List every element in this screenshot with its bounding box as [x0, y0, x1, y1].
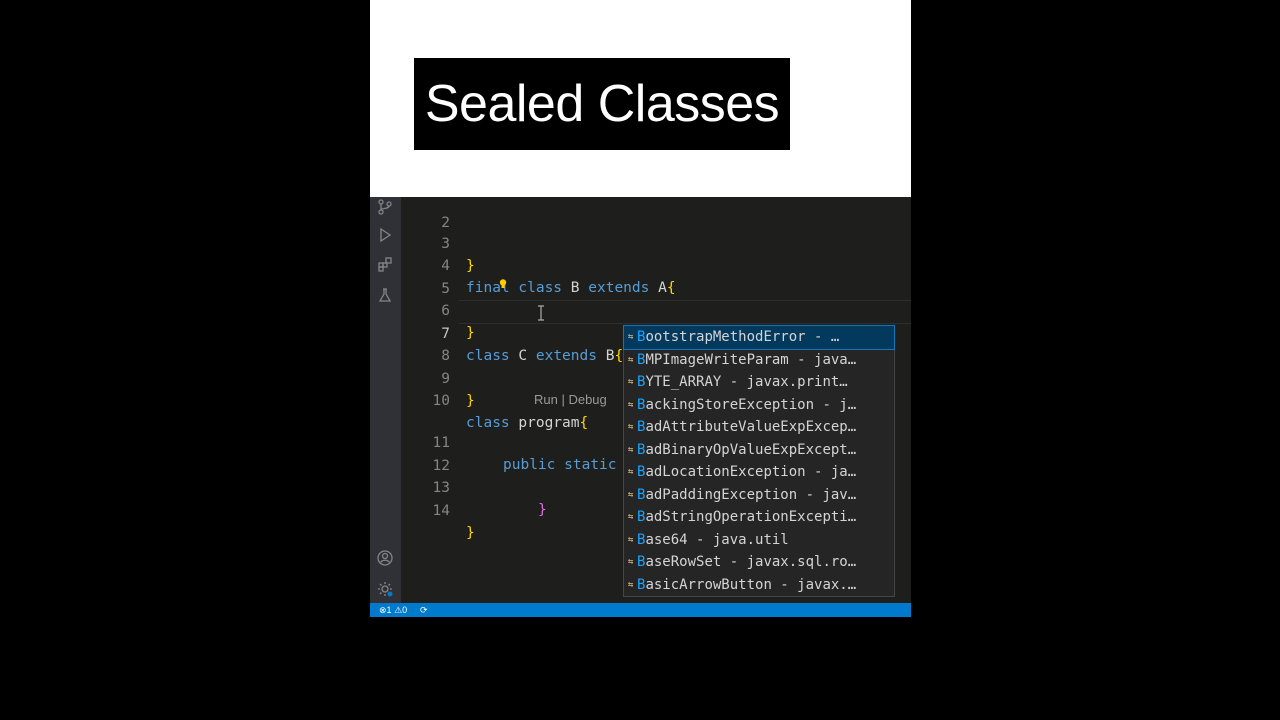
suggestion-label: ackingStoreException - j…	[645, 396, 857, 413]
class-icon: ⇆	[628, 557, 634, 567]
code-line: 3 }	[401, 211, 911, 274]
class-icon: ⇆	[628, 354, 634, 365]
accounts-icon[interactable]	[375, 548, 395, 568]
close-brace: }	[466, 525, 475, 541]
suggestion-label: adPaddingException - jav…	[645, 486, 857, 503]
close-brace: }	[538, 502, 547, 518]
class-icon: ⇆	[628, 534, 634, 545]
suggestion-item[interactable]: ⇆ Base64 - java.util	[624, 529, 894, 552]
warning-count: 0	[402, 605, 408, 615]
suggestion-label: adBinaryOpValueExpExcept…	[645, 441, 857, 458]
video-frame: Sealed Classes 2 3 } 4 final class B ext…	[370, 0, 911, 617]
warning-icon: ⚠	[394, 605, 403, 615]
code-line: 4 final class B extends A{	[401, 233, 911, 296]
suggestion-label: asicArrowButton - javax.…	[645, 576, 857, 593]
suggestion-item[interactable]: ⇆ BaseRowSet - javax.sql.ro…	[624, 551, 894, 574]
run-debug-icon[interactable]	[375, 225, 395, 245]
extensions-icon[interactable]	[375, 255, 395, 275]
suggestion-item[interactable]: ⇆ BadBinaryOpValueExpExcept…	[624, 439, 894, 462]
class-icon: ⇆	[628, 422, 634, 432]
class-icon: ⇆	[628, 332, 634, 342]
class-icon: ⇆	[628, 579, 634, 590]
autocomplete-widget[interactable]: ⇆ BootstrapMethodError - … ⇆ BMPImageWrite…	[623, 325, 895, 597]
class-icon: ⇆	[628, 467, 634, 477]
suggestion-label: ootstrapMethodError - …	[645, 329, 840, 345]
suggestion-item[interactable]: ⇆ BadLocationException - ja…	[624, 461, 894, 484]
activity-bar	[370, 197, 401, 603]
lightbulb-icon[interactable]	[499, 279, 507, 289]
suggestion-label: adStringOperationExcepti…	[645, 509, 857, 525]
line-number: 10	[432, 393, 450, 409]
text-cursor-icon	[538, 305, 544, 321]
class-icon: ⇆	[628, 444, 634, 455]
code-line: 5	[401, 256, 911, 297]
code-line: 6 }	[401, 278, 911, 341]
suggestion-label: ase64 - java.util	[645, 531, 789, 548]
suggestion-item[interactable]: ⇆ BadAttributeValueExpExcep…	[624, 416, 894, 439]
code-line: 2	[401, 190, 911, 231]
suggestion-item[interactable]: ⇆ BYTE_ARRAY - javax.print…	[624, 371, 894, 394]
sync-icon[interactable]: ⟳	[420, 604, 428, 616]
suggestion-label: adLocationException - ja…	[645, 464, 857, 480]
title-box: Sealed Classes	[414, 58, 790, 150]
page-title: Sealed Classes	[424, 75, 780, 133]
status-bar: ⊗1 ⚠0 ⟳	[370, 603, 911, 617]
class-icon: ⇆	[628, 377, 634, 387]
suggestion-item[interactable]: ⇆ BadPaddingException - jav…	[624, 484, 894, 507]
class-icon: ⇆	[628, 512, 634, 522]
line-number: 14	[432, 503, 450, 519]
suggestion-label: YTE_ARRAY - javax.print…	[645, 374, 848, 390]
testing-icon[interactable]	[375, 285, 395, 305]
error-count: 1	[386, 605, 392, 615]
code-line[interactable]: 7 class C extends B{	[401, 301, 911, 364]
suggestion-label: MPImageWriteParam - java…	[645, 351, 857, 368]
suggestion-item[interactable]: ⇆ BadStringOperationExcepti…	[624, 506, 894, 529]
codelens-run-debug[interactable]: Run | Debug	[534, 389, 607, 411]
class-icon: ⇆	[628, 489, 634, 500]
source-control-icon[interactable]	[375, 197, 395, 217]
settings-gear-icon[interactable]	[375, 579, 395, 599]
suggestion-item[interactable]: ⇆ BasicArrowButton - javax.…	[624, 574, 894, 597]
error-icon: ⊗	[379, 605, 387, 615]
class-icon: ⇆	[628, 399, 634, 410]
suggestion-item[interactable]: ⇆ BootstrapMethodError - …	[623, 325, 895, 350]
close-brace: }	[466, 393, 475, 409]
suggestion-label: aseRowSet - javax.sql.ro…	[645, 554, 857, 570]
problems-indicator[interactable]: ⊗1 ⚠0	[379, 604, 407, 616]
suggestion-item[interactable]: ⇆ BackingStoreException - j…	[624, 394, 894, 417]
suggestion-label: adAttributeValueExpExcep…	[645, 419, 857, 435]
suggestion-item[interactable]: ⇆ BMPImageWriteParam - java…	[624, 349, 894, 372]
title-banner: Sealed Classes	[370, 0, 911, 197]
